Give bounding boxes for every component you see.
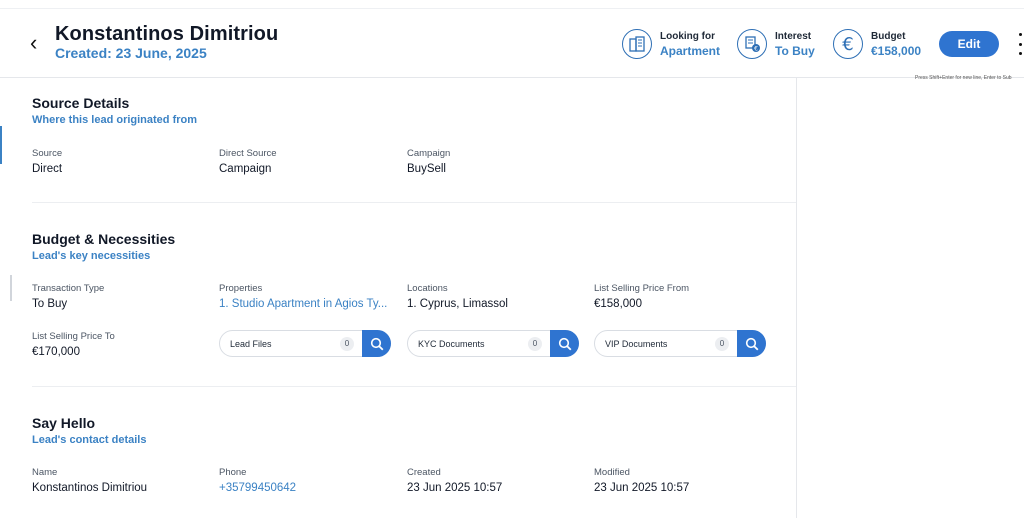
interest-label: Interest	[775, 30, 812, 42]
budget-subtitle: Lead's key necessities	[32, 250, 151, 262]
document-euro-icon: €	[737, 29, 767, 59]
field-value: 23 Jun 2025 10:57	[407, 482, 503, 494]
created-date: Created: 23 June, 2025	[55, 45, 207, 61]
field-value: Direct	[32, 163, 63, 175]
section-divider	[32, 202, 796, 203]
vip-documents-box[interactable]: VIP Documents 0	[594, 330, 766, 357]
panel-divider	[796, 78, 797, 518]
field-value: To Buy	[32, 298, 68, 310]
doc-count-badge: 0	[715, 336, 729, 351]
price-to-field: List Selling Price To €170,000	[32, 331, 207, 358]
doc-count-badge: 0	[528, 336, 542, 351]
price-from-field: List Selling Price From €158,000	[594, 283, 769, 310]
source-subtitle: Where this lead originated from	[32, 114, 198, 126]
doc-count-badge: 0	[340, 336, 354, 351]
lead-name: Konstantinos Dimitriou	[55, 23, 279, 45]
field-label: Locations	[407, 283, 448, 294]
phone-field: Phone +35799450642	[219, 467, 394, 494]
field-label: Created	[407, 467, 441, 478]
direct-source-field: Direct Source Campaign	[219, 148, 394, 175]
locations-field: Locations 1. Cyprus, Limassol	[407, 283, 582, 310]
campaign-field: Campaign BuySell	[407, 148, 582, 175]
budget-chip: € Budget €158,000	[833, 27, 921, 61]
created-field: Created 23 Jun 2025 10:57	[407, 467, 582, 494]
field-label: Name	[32, 467, 58, 478]
field-label: Direct Source	[219, 148, 277, 159]
field-value: €158,000	[594, 298, 642, 310]
property-link[interactable]: 1. Studio Apartment in Agios Ty...	[219, 298, 391, 310]
back-arrow-icon[interactable]: ‹	[30, 31, 48, 55]
search-icon[interactable]	[737, 330, 766, 357]
looking-for-chip: Looking for Apartment	[622, 27, 720, 61]
field-value: €170,000	[32, 346, 80, 358]
phone-link[interactable]: +35799450642	[219, 482, 394, 494]
field-label: Properties	[219, 283, 263, 294]
active-section-indicator	[0, 126, 2, 164]
lead-header: ‹ Konstantinos Dimitriou Created: 23 Jun…	[0, 8, 1024, 78]
field-label: List Selling Price From	[594, 283, 690, 294]
scroll-indicator[interactable]	[10, 275, 12, 301]
search-icon[interactable]	[550, 330, 579, 357]
field-label: Source	[32, 148, 63, 159]
hello-title: Say Hello	[32, 415, 96, 431]
interest-chip: € Interest To Buy	[737, 27, 815, 61]
name-field: Name Konstantinos Dimitriou	[32, 467, 207, 494]
source-field: Source Direct	[32, 148, 207, 175]
looking-for-value: Apartment	[660, 43, 721, 58]
field-value: 1. Cyprus, Limassol	[407, 298, 508, 310]
lead-files-box[interactable]: Lead Files 0	[219, 330, 391, 357]
transaction-type-field: Transaction Type To Buy	[32, 283, 207, 310]
budget-value: €158,000	[871, 43, 922, 58]
interest-value: To Buy	[775, 43, 815, 58]
doc-label: VIP Documents	[605, 338, 668, 349]
field-label: Transaction Type	[32, 283, 105, 294]
search-icon[interactable]	[362, 330, 391, 357]
building-icon	[622, 29, 652, 59]
more-options-icon[interactable]	[1016, 33, 1024, 55]
svg-text:€: €	[754, 46, 758, 53]
source-title: Source Details	[32, 95, 130, 111]
field-value: 23 Jun 2025 10:57	[594, 482, 690, 494]
field-label: Campaign	[407, 148, 451, 159]
field-value: BuySell	[407, 163, 446, 175]
budget-title: Budget & Necessities	[32, 231, 176, 247]
field-label: Phone	[219, 467, 247, 478]
input-hint: Press Shift+Enter for new line, Enter to…	[915, 75, 1012, 81]
field-value: Campaign	[219, 163, 272, 175]
hello-subtitle: Lead's contact details	[32, 434, 147, 446]
modified-field: Modified 23 Jun 2025 10:57	[594, 467, 769, 494]
edit-button[interactable]: Edit	[939, 31, 999, 57]
field-label: Modified	[594, 467, 630, 478]
doc-label: KYC Documents	[418, 338, 485, 349]
section-divider	[32, 386, 796, 387]
doc-label: Lead Files	[230, 338, 272, 349]
field-label: List Selling Price To	[32, 331, 115, 342]
euro-icon: €	[833, 29, 863, 59]
properties-field: Properties 1. Studio Apartment in Agios …	[219, 283, 391, 310]
kyc-documents-box[interactable]: KYC Documents 0	[407, 330, 579, 357]
budget-label: Budget	[871, 30, 906, 42]
field-value: Konstantinos Dimitriou	[32, 482, 148, 494]
looking-for-label: Looking for	[660, 30, 715, 42]
